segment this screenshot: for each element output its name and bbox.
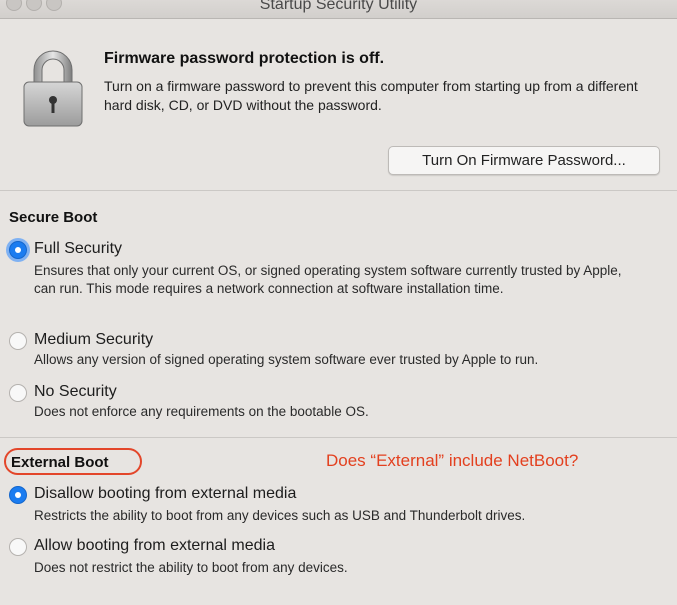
disallow-external-boot-radio[interactable] [9,486,27,504]
full-security-radio[interactable] [9,241,27,259]
medium-security-radio[interactable] [9,332,27,350]
allow-external-boot-description: Does not restrict the ability to boot fr… [34,560,348,575]
disallow-external-boot-label[interactable]: Disallow booting from external media [34,485,296,503]
allow-external-boot-radio[interactable] [9,538,27,556]
section-divider [0,437,677,438]
no-security-description: Does not enforce any requirements on the… [34,404,369,419]
title-bar: Startup Security Utility [0,0,677,19]
medium-security-description: Allows any version of signed operating s… [34,352,539,367]
full-security-label[interactable]: Full Security [34,240,122,258]
full-security-description: Ensures that only your current OS, or si… [34,263,622,296]
external-boot-title: External Boot [11,454,109,471]
no-security-label[interactable]: No Security [34,383,117,401]
disallow-external-boot-description: Restricts the ability to boot from any d… [34,508,526,523]
firmware-status-title: Firmware password protection is off. [104,50,385,67]
firmware-description: Turn on a firmware password to prevent t… [104,78,638,113]
padlock-icon [23,50,83,127]
turn-on-firmware-password-button[interactable]: Turn On Firmware Password... [388,146,660,175]
allow-external-boot-label[interactable]: Allow booting from external media [34,537,275,555]
annotation-note: Does “External” include NetBoot? [326,451,579,470]
section-divider [0,190,677,191]
no-security-radio[interactable] [9,384,27,402]
window-title: Startup Security Utility [259,0,418,13]
secure-boot-title: Secure Boot [9,209,98,226]
medium-security-label[interactable]: Medium Security [34,331,153,349]
